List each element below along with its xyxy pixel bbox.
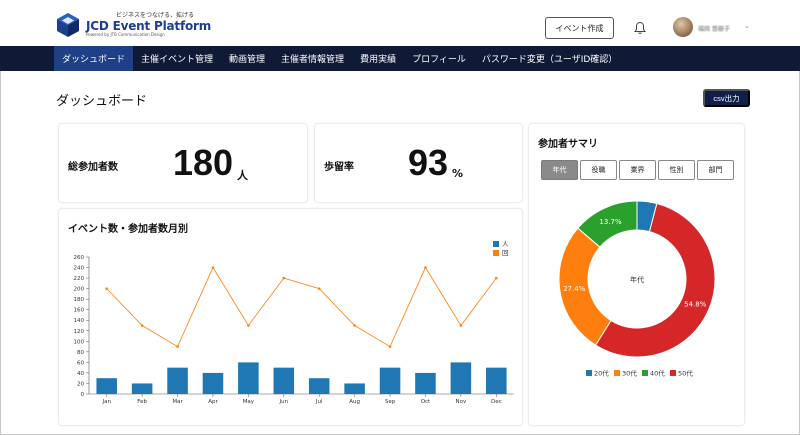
user-name[interactable]: 福岡 悠樹子 xyxy=(698,24,730,33)
donut-center-label: 年代 xyxy=(630,275,644,284)
events-chart: 0 20 40 60 80 100 120 140 160 180 200 220 240 260 Jan F… xyxy=(74,240,514,405)
line-point-aug xyxy=(353,324,356,327)
y-tick-label: 260 xyxy=(74,255,85,261)
y-tick-label: 60 xyxy=(77,360,84,366)
bar-apr xyxy=(202,372,224,394)
slice-label: 54.8% xyxy=(684,301,707,309)
bell-icon[interactable] xyxy=(633,21,647,35)
nav-item-dashboard[interactable]: ダッシュボード xyxy=(54,46,134,71)
x-tick-label: Apr xyxy=(208,399,218,405)
legend-swatch xyxy=(614,370,620,376)
nav-item-profile[interactable]: プロフィール xyxy=(404,46,474,71)
legend-swatch xyxy=(586,370,592,376)
participant-summary-card: 参加者サマリ 年代 役職 業界 性別 部門 54.8% 27.4% 13.7% 年代 2… xyxy=(528,123,745,426)
logo[interactable]: ビジネスをつなげる、拡げる JCD Event Platform Powered… xyxy=(55,12,211,38)
header: ビジネスをつなげる、拡げる JCD Event Platform Powered… xyxy=(0,0,800,46)
nav-item-event-management[interactable]: 主催イベント管理 xyxy=(133,46,221,71)
line-point-jul xyxy=(317,287,321,290)
bar-dec xyxy=(486,367,507,394)
x-tick-label: Jan xyxy=(101,399,111,405)
x-tick-label: Oct xyxy=(421,399,431,405)
total-participants-value: 180 xyxy=(173,142,234,183)
line-point-sep xyxy=(388,345,392,348)
retention-rate-value: 93 xyxy=(408,142,449,183)
bar-mar xyxy=(167,367,188,394)
age-donut-chart: 54.8% 27.4% 13.7% 年代 20代 30代 40代 50代 xyxy=(558,200,716,378)
create-event-button[interactable]: イベント作成 xyxy=(545,17,614,39)
legend-label: 40代 xyxy=(650,369,665,378)
legend-label: 50代 xyxy=(678,369,693,378)
chevron-down-icon[interactable]: ⌄ xyxy=(744,22,750,30)
bar-aug xyxy=(344,383,365,394)
legend-label: 人 xyxy=(502,240,509,248)
bar-feb xyxy=(131,383,153,394)
nav-item-cost-results[interactable]: 費用実績 xyxy=(352,46,404,71)
line-point-may xyxy=(247,324,250,327)
avatar[interactable] xyxy=(673,17,693,37)
line-point-oct xyxy=(424,266,427,269)
bar-jan xyxy=(96,378,117,394)
y-tick-label: 200 xyxy=(74,287,85,293)
y-tick-label: 100 xyxy=(74,339,85,345)
legend-swatch xyxy=(642,370,648,376)
retention-rate-card: 歩留率 93 % xyxy=(314,123,523,203)
main-nav: ダッシュボード 主催イベント管理 動画管理 主催者情報管理 費用実績 プロフィー… xyxy=(0,46,800,71)
x-tick-label: Dec xyxy=(491,399,502,405)
line-point-apr xyxy=(211,266,215,269)
bar-may xyxy=(238,362,259,394)
line-point-feb xyxy=(140,324,144,327)
total-participants-unit: 人 xyxy=(237,169,248,182)
retention-rate-unit: % xyxy=(452,167,464,180)
y-tick-label: 80 xyxy=(77,350,84,356)
legend-swatch xyxy=(493,250,499,256)
y-tick-label: 160 xyxy=(74,308,85,314)
nav-item-video-management[interactable]: 動画管理 xyxy=(221,46,273,71)
logo-sub: Powered by JTB Communication Design xyxy=(86,32,165,37)
csv-export-button[interactable]: csv出力 xyxy=(703,89,750,107)
legend-label: 30代 xyxy=(622,369,637,378)
legend-label: 回 xyxy=(502,249,509,257)
bar-oct xyxy=(415,372,436,394)
x-tick-label: Jul xyxy=(315,399,323,405)
bar-sep xyxy=(379,367,401,394)
bar-jul xyxy=(308,378,330,394)
y-tick-label: 180 xyxy=(74,297,85,303)
y-tick-label: 140 xyxy=(74,318,85,324)
line-point-jun xyxy=(282,276,286,280)
events-chart-card: イベント数・参加者数月別 0 20 40 60 80 100 120 140 160 180 200… xyxy=(58,208,523,426)
logo-cube-icon xyxy=(57,13,79,37)
logo-name: JCD Event Platform xyxy=(86,19,212,33)
y-tick-label: 20 xyxy=(77,381,84,387)
total-participants-label: 総参加者数 xyxy=(68,162,118,173)
x-tick-label: May xyxy=(243,399,255,405)
y-tick-label: 220 xyxy=(74,276,85,282)
line-point-mar xyxy=(176,345,179,348)
x-tick-label: Nov xyxy=(456,399,467,405)
line-point-dec xyxy=(494,276,498,280)
x-tick-label: Jun xyxy=(278,399,288,405)
x-tick-label: Aug xyxy=(349,399,360,405)
nav-item-password-change[interactable]: パスワード変更（ユーザID確認） xyxy=(474,46,625,71)
y-tick-label: 40 xyxy=(77,371,84,377)
x-tick-label: Sep xyxy=(385,399,396,405)
legend-swatch xyxy=(493,241,499,247)
retention-rate-label: 歩留率 xyxy=(324,162,354,173)
y-tick-label: 240 xyxy=(74,266,85,272)
slice-label: 27.4% xyxy=(563,285,586,293)
bar-nov xyxy=(450,362,472,394)
page-title: ダッシュボード xyxy=(56,94,148,109)
nav-item-organizer-info[interactable]: 主催者情報管理 xyxy=(273,46,352,71)
x-tick-label: Feb xyxy=(137,399,147,405)
total-participants-card: 総参加者数 180 人 xyxy=(58,123,308,203)
line-point-nov xyxy=(459,324,463,327)
x-tick-label: Mar xyxy=(172,399,183,405)
bar-jun xyxy=(273,367,295,394)
legend-swatch xyxy=(670,370,676,376)
line-point-jan xyxy=(105,287,109,290)
y-tick-label: 0 xyxy=(81,392,85,398)
legend-label: 20代 xyxy=(594,369,609,378)
slice-label: 13.7% xyxy=(599,218,622,226)
line-series xyxy=(106,266,497,348)
y-tick-label: 120 xyxy=(74,329,85,335)
